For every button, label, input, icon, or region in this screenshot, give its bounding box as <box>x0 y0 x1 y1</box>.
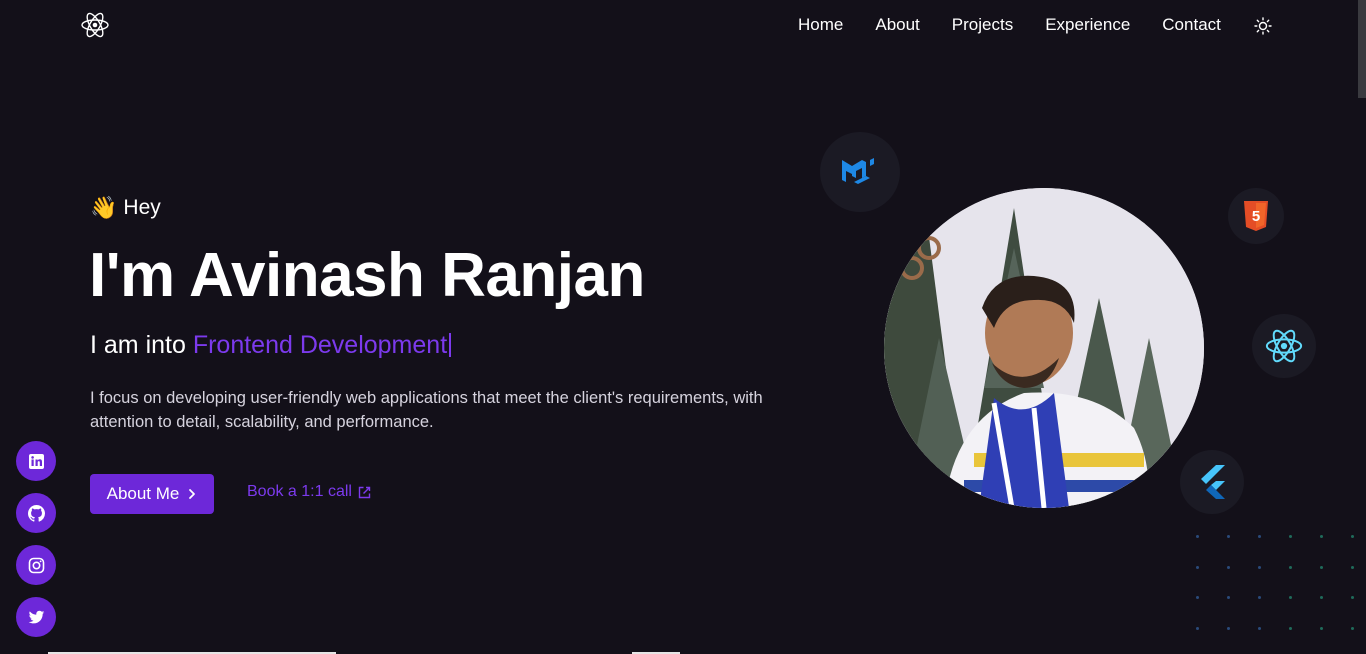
grid-dot <box>1258 626 1261 630</box>
github-icon <box>27 504 45 522</box>
greeting: 👋 Hey <box>90 195 161 221</box>
social-links <box>16 441 56 649</box>
twitter-icon <box>28 610 44 623</box>
grid-dot <box>1320 596 1323 599</box>
grid-dot <box>1289 565 1292 569</box>
profile-photo <box>884 188 1204 508</box>
external-link-icon <box>358 486 371 498</box>
about-me-label: About Me <box>106 484 180 503</box>
grid-dot <box>1258 596 1261 599</box>
grid-dot <box>1289 596 1292 599</box>
main-nav: Home About Projects Experience Contact <box>798 14 1253 36</box>
mui-icon <box>842 158 874 184</box>
grid-dot <box>1351 535 1354 538</box>
grid-dot <box>1320 535 1323 538</box>
instagram-icon <box>28 557 44 573</box>
flutter-bubble <box>1180 450 1244 514</box>
svg-text:5: 5 <box>1252 208 1260 225</box>
nav-home[interactable]: Home <box>798 14 843 36</box>
grid-dot <box>1320 626 1323 630</box>
html5-bubble: 5 <box>1228 188 1284 244</box>
hero-title: I'm Avinash Ranjan <box>89 241 645 310</box>
profile-photo-image <box>884 188 1204 508</box>
linkedin-icon <box>28 453 44 469</box>
greeting-text: Hey <box>123 196 161 219</box>
grid-dot <box>1196 596 1199 599</box>
scrollbar-thumb[interactable] <box>1358 0 1366 98</box>
grid-dot <box>1227 626 1230 630</box>
twitter-button[interactable] <box>16 597 56 637</box>
grid-dot <box>1258 535 1261 538</box>
grid-dot <box>1351 565 1354 569</box>
nav-projects[interactable]: Projects <box>952 14 1013 36</box>
grid-dot <box>1227 596 1230 599</box>
github-button[interactable] <box>16 493 56 533</box>
wave-emoji-icon: 👋 <box>90 195 118 220</box>
html5-icon: 5 <box>1244 201 1268 231</box>
nav-contact[interactable]: Contact <box>1162 14 1221 36</box>
book-call-label: Book a 1:1 call <box>247 483 352 500</box>
grid-dot <box>1351 596 1354 599</box>
grid-dot <box>1196 535 1199 538</box>
react-bubble <box>1252 314 1316 378</box>
hero-description: I focus on developing user-friendly web … <box>90 389 763 431</box>
instagram-button[interactable] <box>16 545 56 585</box>
about-me-button[interactable]: About Me <box>90 474 214 514</box>
book-call-link[interactable]: Book a 1:1 call <box>247 483 371 501</box>
nav-experience[interactable]: Experience <box>1045 14 1130 36</box>
grid-dot <box>1227 565 1230 569</box>
linkedin-button[interactable] <box>16 441 56 481</box>
grid-dot <box>1289 626 1292 630</box>
chevron-right-icon <box>189 489 196 499</box>
grid-dot <box>1196 565 1199 569</box>
role-prefix: I am into <box>90 331 193 359</box>
nav-about[interactable]: About <box>875 14 919 36</box>
page-scrollbar[interactable] <box>1358 0 1366 654</box>
grid-dot <box>1227 535 1230 538</box>
react-logo-icon[interactable] <box>81 11 109 39</box>
sun-icon[interactable] <box>1254 17 1272 35</box>
mui-bubble <box>820 132 900 212</box>
hero-role: I am into Frontend Development <box>90 331 452 360</box>
grid-dot <box>1289 535 1292 538</box>
grid-dot <box>1351 626 1354 630</box>
role-highlight: Frontend Development <box>192 331 448 359</box>
grid-dot <box>1258 565 1261 569</box>
grid-dot <box>1320 565 1323 569</box>
react-icon <box>1265 329 1303 363</box>
typing-caret <box>449 333 452 357</box>
flutter-icon <box>1201 465 1225 499</box>
grid-dot <box>1196 626 1199 630</box>
